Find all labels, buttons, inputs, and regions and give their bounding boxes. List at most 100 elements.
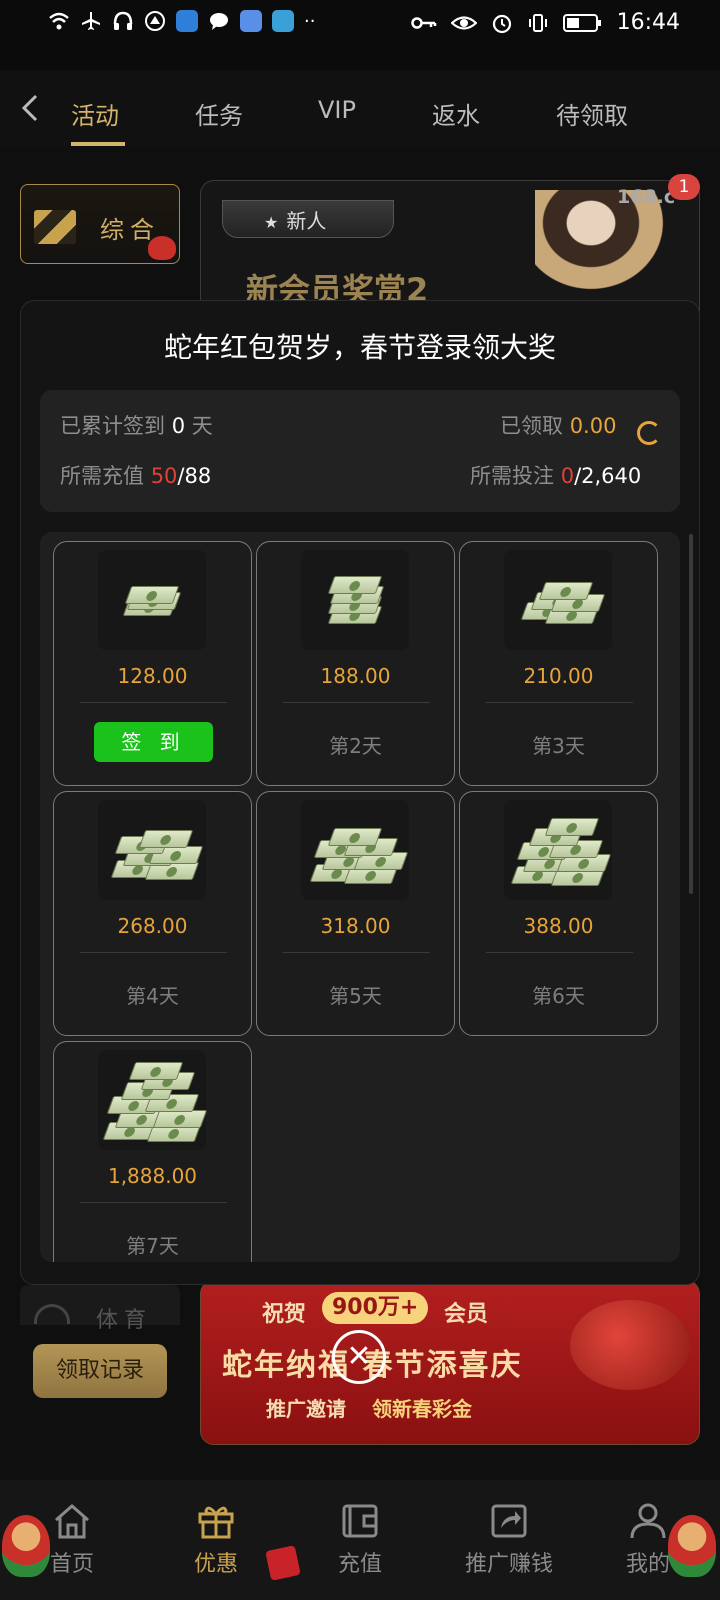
nav-promotions[interactable]: 优惠 [156,1502,276,1578]
key-icon [410,12,437,34]
deposit-current: 50 [150,464,178,488]
grid-icon [34,210,76,244]
blue-app-icon [240,10,262,32]
modal-scrollbar[interactable] [689,534,693,894]
reward-day-label: 第4天 [126,984,179,1008]
money-stack-image [504,800,612,900]
nav-deposit[interactable]: 充值 [300,1502,420,1578]
reward-card-day3: 210.00 第3天 [459,541,658,786]
back-button[interactable] [20,92,40,132]
close-icon: ✕ [346,1339,372,1374]
share-icon [489,1502,529,1540]
user-icon [628,1502,668,1540]
bet-total: /2,640 [574,464,642,488]
checkin-summary [40,390,680,512]
alarm-icon [491,12,513,34]
reward-day-label: 第6天 [532,984,585,1008]
new-badge-text: 新人 [286,209,327,233]
signed-days-unit: 天 [191,414,213,438]
home-icon [52,1502,92,1540]
reward-card-day2: 188.00 第2天 [256,541,455,786]
nav-promotions-label: 优惠 [193,1552,238,1577]
new-badge-label: ★ 新人 [264,205,326,234]
divider [486,952,633,953]
money-stack-image [98,550,206,650]
refresh-icon[interactable] [637,421,661,445]
reward-amount: 318.00 [320,914,391,938]
nav-profile[interactable]: 我的 [588,1502,708,1578]
close-modal-button[interactable]: ✕ [332,1330,386,1384]
signed-days-text: 已累计签到 0 天 [60,410,213,440]
chevron-left-icon [21,94,38,122]
reward-day-label: 第3天 [532,734,585,758]
reward-grid: 128.00 签 到 188.00 第2天 210.00 第3天 268.00 … [40,532,680,1262]
divider [283,702,430,703]
vibrate-icon [527,12,549,34]
deposit-total: /88 [177,464,212,488]
headphones-icon [112,10,134,32]
sidebar-item-label: 体育 [96,1308,153,1333]
money-stack-image [301,550,409,650]
reward-card-day1: 128.00 签 到 [53,541,252,786]
nav-deposit-label: 充值 [337,1552,382,1577]
reward-card-day5: 318.00 第5天 [256,791,455,1036]
reward-day-label: 第7天 [126,1234,179,1258]
notification-badge: 1 [668,174,700,200]
reward-card-day6: 388.00 第6天 [459,791,658,1036]
reward-amount: 388.00 [523,914,594,938]
gift-icon [196,1502,236,1540]
claim-record-button[interactable]: 领取记录 [33,1344,167,1398]
wallet-icon [340,1502,380,1540]
nav-referral-label: 推广赚钱 [464,1552,553,1577]
app-icon [176,10,198,32]
checkin-button[interactable]: 签 到 [94,722,213,762]
banner-highlight: 900万+ [322,1292,429,1324]
chat-icon [208,10,230,32]
tab-rebate[interactable]: 返水 [432,96,480,131]
claimed-value: 0.00 [569,414,617,438]
bet-label: 所需投注 [470,464,554,488]
battery-icon [562,12,603,34]
modal-title: 蛇年红包贺岁，春节登录领大奖 [163,331,556,364]
bet-current: 0 [560,464,575,488]
reward-amount: 268.00 [117,914,188,938]
wifi-icon [48,10,70,32]
reward-amount: 128.00 [117,664,188,688]
divider [80,1202,227,1203]
nav-home[interactable]: 首页 [12,1502,132,1578]
status-time: 16:44 [616,10,680,35]
reward-card-day7: 1,888.00 第7天 [53,1041,252,1262]
banner-site-text: 168.c [617,186,676,208]
deposit-label: 所需充值 [60,464,144,488]
more-dots-icon: ·· [304,10,316,32]
banner-promo: 推广邀请 [266,1397,346,1421]
divider [80,952,227,953]
book-app-icon [272,10,294,32]
banner-member: 会员 [444,1302,489,1327]
banner-congrats: 祝贺 [262,1302,307,1327]
claimed-label: 已领取 [500,414,563,438]
nav-referral[interactable]: 推广赚钱 [444,1502,574,1578]
divider [486,702,633,703]
money-stack-image [98,1050,208,1150]
nav-home-label: 首页 [49,1552,94,1577]
signed-days-label: 已累计签到 [60,414,165,438]
reward-amount: 210.00 [523,664,594,688]
nav-profile-label: 我的 [625,1552,670,1577]
reward-day-label: 第5天 [329,984,382,1008]
reward-card-day4: 268.00 第4天 [53,791,252,1036]
tab-pending[interactable]: 待领取 [556,96,628,131]
deposit-required-text: 所需充值 50/88 [60,460,211,490]
bet-required-text: 所需投注 0/2,640 [470,460,641,490]
airplane-icon [80,10,102,32]
banner-promo-bonus: 领新春彩金 [372,1397,472,1421]
tab-activity[interactable]: 活动 [71,96,119,131]
eye-icon [449,12,478,34]
reward-amount: 188.00 [320,664,391,688]
claimed-amount-text: 已领取 0.00 [500,410,616,440]
money-stack-image [98,800,206,900]
tab-vip[interactable]: VIP [318,96,356,124]
tab-tasks[interactable]: 任务 [195,96,243,131]
divider [283,952,430,953]
red-envelope-icon [148,236,176,260]
